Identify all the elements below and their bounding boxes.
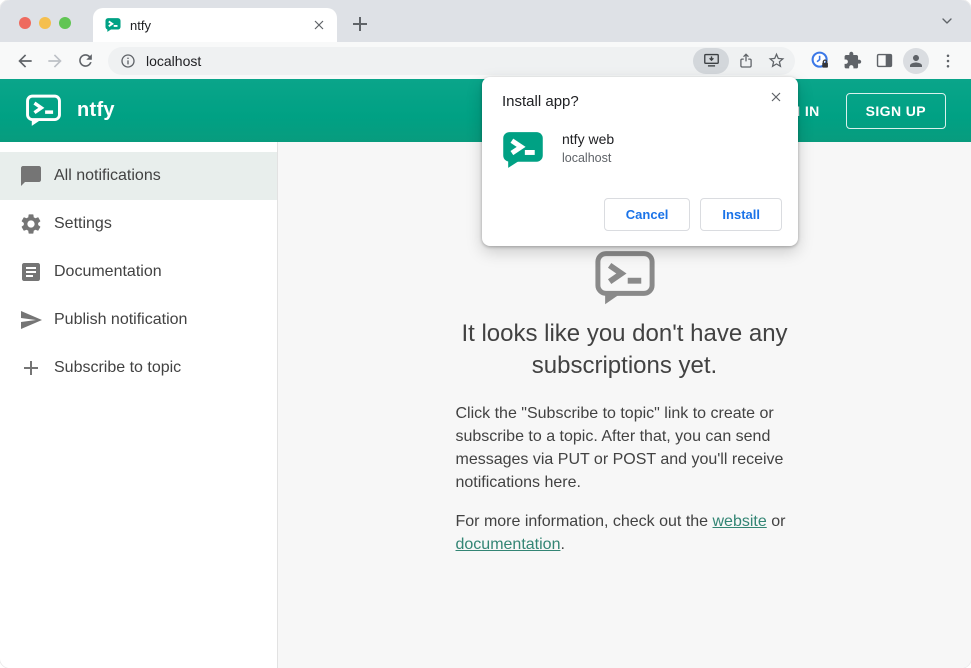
website-link[interactable]: website (713, 513, 767, 530)
plus-icon (19, 356, 43, 380)
para2-middle: or (766, 513, 786, 530)
minimize-window-button[interactable] (39, 17, 51, 29)
ntfy-favicon-icon (105, 17, 121, 33)
sidebar-item-publish-notification[interactable]: Publish notification (0, 296, 277, 344)
bookmark-star-icon[interactable] (763, 48, 789, 74)
install-app-icon[interactable] (693, 47, 729, 74)
window-controls (19, 17, 71, 29)
address-bar[interactable]: localhost (108, 46, 795, 75)
install-app-dialog: Install app? ntfy web localhost Cancel I… (482, 77, 798, 246)
empty-state-links-paragraph: For more information, check out the webs… (456, 510, 794, 556)
sidebar-item-label: Documentation (54, 263, 162, 280)
tab-strip: ntfy (0, 0, 971, 42)
ntfy-app-icon (502, 129, 544, 171)
app-title: ntfy (77, 99, 115, 121)
para2-prefix: For more information, check out the (455, 513, 713, 530)
empty-state-paragraph: Click the "Subscribe to topic" link to c… (455, 405, 784, 491)
close-icon[interactable] (768, 89, 784, 105)
browser-window: ntfy localhost ntfy IN SIGN UP All notif… (0, 0, 971, 668)
close-window-button[interactable] (19, 17, 31, 29)
sidebar-item-label: Subscribe to topic (54, 359, 182, 376)
sidebar-item-label: Publish notification (54, 311, 188, 328)
sidebar: All notifications Settings Documentation… (0, 142, 278, 668)
empty-state-heading: It looks like you don't have any subscri… (461, 320, 788, 379)
cancel-button[interactable]: Cancel (603, 198, 691, 231)
maximize-window-button[interactable] (59, 17, 71, 29)
privacy-extension-icon[interactable] (807, 48, 833, 74)
back-icon[interactable] (10, 46, 40, 76)
chat-icon (19, 164, 43, 188)
article-icon (19, 260, 43, 284)
chevron-down-icon[interactable] (939, 13, 955, 29)
extensions-puzzle-icon[interactable] (839, 48, 865, 74)
info-icon[interactable] (120, 53, 136, 69)
refresh-icon[interactable] (70, 46, 100, 76)
side-panel-icon[interactable] (871, 48, 897, 74)
tab-title: ntfy (130, 17, 151, 33)
ntfy-logo-large-icon (593, 250, 657, 306)
share-icon[interactable] (733, 48, 759, 74)
sidebar-item-all-notifications[interactable]: All notifications (0, 152, 277, 200)
sidebar-item-label: Settings (54, 215, 112, 232)
toolbar-extensions-area (807, 47, 961, 74)
browser-tab[interactable]: ntfy (93, 8, 337, 42)
dialog-app-row: ntfy web localhost (502, 129, 778, 171)
gear-icon (19, 212, 43, 236)
documentation-link[interactable]: documentation (456, 536, 561, 553)
new-tab-icon[interactable] (348, 12, 372, 36)
sidebar-item-label: All notifications (54, 167, 161, 184)
tab-close-icon[interactable] (311, 17, 327, 33)
browser-toolbar: localhost (0, 42, 971, 79)
sign-up-button[interactable]: SIGN UP (845, 92, 946, 129)
dialog-app-origin: localhost (562, 151, 612, 165)
send-icon (19, 308, 43, 332)
address-text[interactable]: localhost (146, 53, 689, 69)
install-button[interactable]: Install (700, 198, 782, 231)
para2-suffix: . (560, 536, 565, 553)
menu-dots-icon[interactable] (935, 48, 961, 74)
forward-icon[interactable] (40, 46, 70, 76)
sidebar-item-subscribe-to-topic[interactable]: Subscribe to topic (0, 344, 277, 392)
ntfy-logo-icon (25, 94, 62, 127)
sidebar-item-settings[interactable]: Settings (0, 200, 277, 248)
dialog-title: Install app? (502, 93, 579, 110)
profile-icon[interactable] (903, 47, 929, 74)
dialog-app-name: ntfy web (562, 131, 615, 147)
sidebar-item-documentation[interactable]: Documentation (0, 248, 277, 296)
